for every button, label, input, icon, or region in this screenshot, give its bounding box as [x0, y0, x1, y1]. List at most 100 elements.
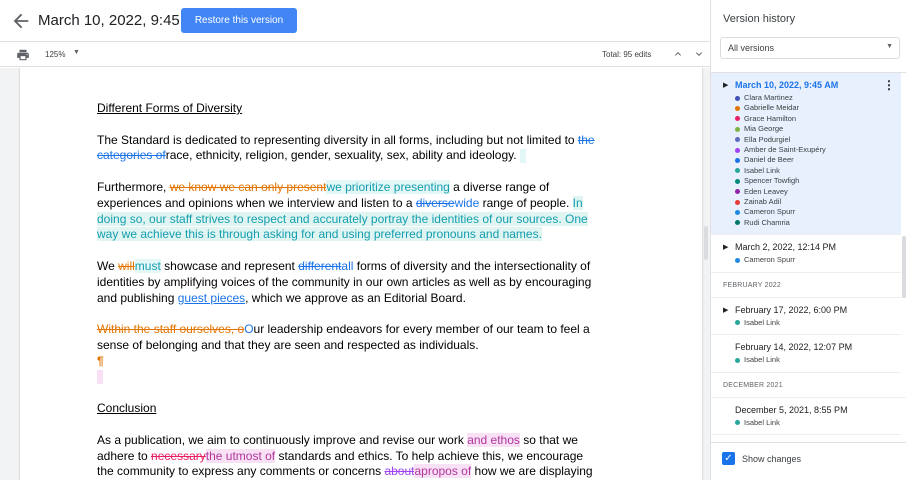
show-changes-checkbox[interactable]: ✓ [722, 452, 735, 465]
toolbar: 125% ▼ Total: 95 edits [0, 42, 710, 67]
version-item[interactable]: ▶ March 2, 2022, 12:14 PM Cameron Spurr [711, 235, 901, 273]
section-heading: Conclusion [97, 401, 157, 416]
editor-color-dot [735, 126, 740, 132]
deleted-text: necessary [151, 448, 206, 463]
panel-scrollbar[interactable] [902, 236, 906, 298]
editor-name: Daniel de Beer [735, 155, 901, 165]
month-divider: DECEMBER 2021 [711, 373, 906, 398]
paragraph: The Standard is dedicated to representin… [97, 133, 597, 165]
document-body: Different Forms of Diversity The Standar… [97, 101, 597, 480]
section-heading: Different Forms of Diversity [97, 101, 243, 115]
editor-color-dot [735, 257, 740, 263]
editor-name: Eden Leavey [735, 187, 901, 197]
editor-name: Isabel Link [735, 355, 901, 365]
version-date: March 2, 2022, 12:14 PM [735, 242, 837, 253]
deleted-text: diverse [415, 195, 455, 210]
deleted-text: categories of [97, 148, 166, 163]
editor-color-dot [735, 220, 740, 226]
editor-name: Isabel Link [735, 318, 901, 328]
editor-name: Rudi Chamria [735, 218, 901, 228]
editor-name: Amber de Saint-Exupéry [735, 145, 901, 155]
chevron-down-icon[interactable]: ▼ [73, 49, 80, 56]
panel-title: Version history [723, 13, 796, 25]
version-date: February 17, 2022, 6:00 PM [735, 304, 848, 315]
editor-color-dot [735, 357, 740, 363]
zoom-select[interactable]: 125% [45, 50, 65, 59]
chevron-down-icon: ▼ [886, 43, 893, 50]
print-icon[interactable] [16, 48, 30, 62]
editor-color-dot [735, 147, 740, 153]
deleted-text: will [118, 258, 135, 273]
expand-arrow-icon[interactable]: ▶ [723, 243, 728, 251]
version-item[interactable]: February 14, 2022, 12:07 PM Isabel Link [711, 335, 901, 373]
deleted-text: the [577, 132, 595, 147]
inserted-text: and ethos [467, 432, 520, 447]
expand-arrow-icon[interactable]: ▶ [723, 306, 728, 314]
editor-color-dot [735, 320, 740, 326]
inserted-text: we prioritize presenting [326, 179, 450, 194]
editor-color-dot [735, 137, 740, 143]
pilcrow-mark: ¶ [97, 353, 104, 368]
back-arrow-icon[interactable] [10, 10, 32, 32]
version-filter-select[interactable]: All versions ▼ [720, 37, 900, 59]
editor-color-dot [735, 189, 740, 195]
chevron-down-icon[interactable] [693, 48, 705, 60]
text: We [97, 258, 119, 273]
version-date: December 5, 2021, 8:55 PM [735, 404, 848, 415]
text: showcase and represent [160, 258, 299, 273]
editor-color-dot [735, 209, 740, 215]
deleted-text: about [384, 464, 415, 479]
panel-footer: ✓ Show changes [711, 442, 906, 480]
editor-name: Isabel Link [735, 418, 901, 428]
inserted-text: apropos of [414, 464, 472, 479]
show-changes-label: Show changes [742, 454, 802, 464]
text: race, ethnicity, religion, gender, sexua… [165, 148, 517, 163]
paragraph: As a publication, we aim to continuously… [97, 432, 597, 480]
editor-name: Cameron Spurr [735, 255, 901, 265]
month-divider: FEBRUARY 2022 [711, 273, 906, 298]
version-history-panel: Version history All versions ▼ ▶ March 1… [710, 0, 906, 480]
editor-color-dot [735, 168, 740, 174]
inserted-text: the utmost of [205, 448, 276, 463]
editor-name: Zainab Adil [735, 197, 901, 207]
version-item[interactable]: ▶ February 17, 2022, 6:00 PM Isabel Link [711, 298, 901, 336]
version-date: February 14, 2022, 12:07 PM [735, 342, 853, 353]
version-date: March 10, 2022, 9:45 AM [735, 80, 839, 90]
document-scrollbar[interactable] [704, 226, 708, 260]
editor-list: Cameron Spurr [735, 255, 901, 265]
text: , which we approve as an Editorial Board… [245, 290, 466, 305]
chevron-up-icon[interactable] [672, 48, 684, 60]
text: The Standard is dedicated to representin… [97, 132, 578, 147]
guest-pieces-link[interactable]: guest pieces [178, 291, 245, 305]
paragraph: We willmust showcase and represent diffe… [97, 258, 597, 306]
document-canvas: Different Forms of Diversity The Standar… [0, 68, 710, 480]
editor-color-dot [735, 420, 740, 426]
top-bar: March 10, 2022, 9:45 AM Restore this ver… [0, 0, 710, 42]
editor-color-dot [735, 178, 740, 184]
editor-name: Isabel Link [735, 166, 901, 176]
text: As a publication, we aim to continuously… [97, 432, 468, 447]
change-marker [519, 149, 526, 164]
version-item[interactable]: December 5, 2021, 8:55 PM Isabel Link [711, 398, 901, 435]
editor-color-dot [735, 199, 740, 205]
paragraph: Furthermore, we know we can only present… [97, 179, 597, 243]
text: range of people. [479, 195, 573, 210]
editor-color-dot [735, 95, 740, 101]
deleted-text: we know we can only present [169, 179, 327, 194]
version-item[interactable]: ▶ March 10, 2022, 9:45 AM ⋮ Clara Martin… [711, 73, 901, 236]
expand-arrow-icon[interactable]: ▶ [723, 81, 728, 89]
filter-value: All versions [728, 43, 775, 53]
change-marker [97, 370, 103, 385]
editor-name: Gabrielle Meidar [735, 103, 901, 113]
editor-color-dot [735, 105, 740, 111]
editor-color-dot [735, 157, 740, 163]
inserted-text: wide [454, 195, 480, 210]
editor-list: Clara Martinez Gabrielle Meidar Grace Hami… [735, 93, 901, 228]
editor-name: Clara Martinez [735, 93, 901, 103]
version-history-app: March 10, 2022, 9:45 AM Restore this ver… [0, 0, 906, 480]
more-options-icon[interactable]: ⋮ [883, 78, 895, 92]
total-edits: Total: 95 edits [602, 50, 652, 59]
editor-name: Mia George [735, 124, 901, 134]
restore-version-button[interactable]: Restore this version [181, 8, 297, 33]
editor-color-dot [735, 116, 740, 122]
